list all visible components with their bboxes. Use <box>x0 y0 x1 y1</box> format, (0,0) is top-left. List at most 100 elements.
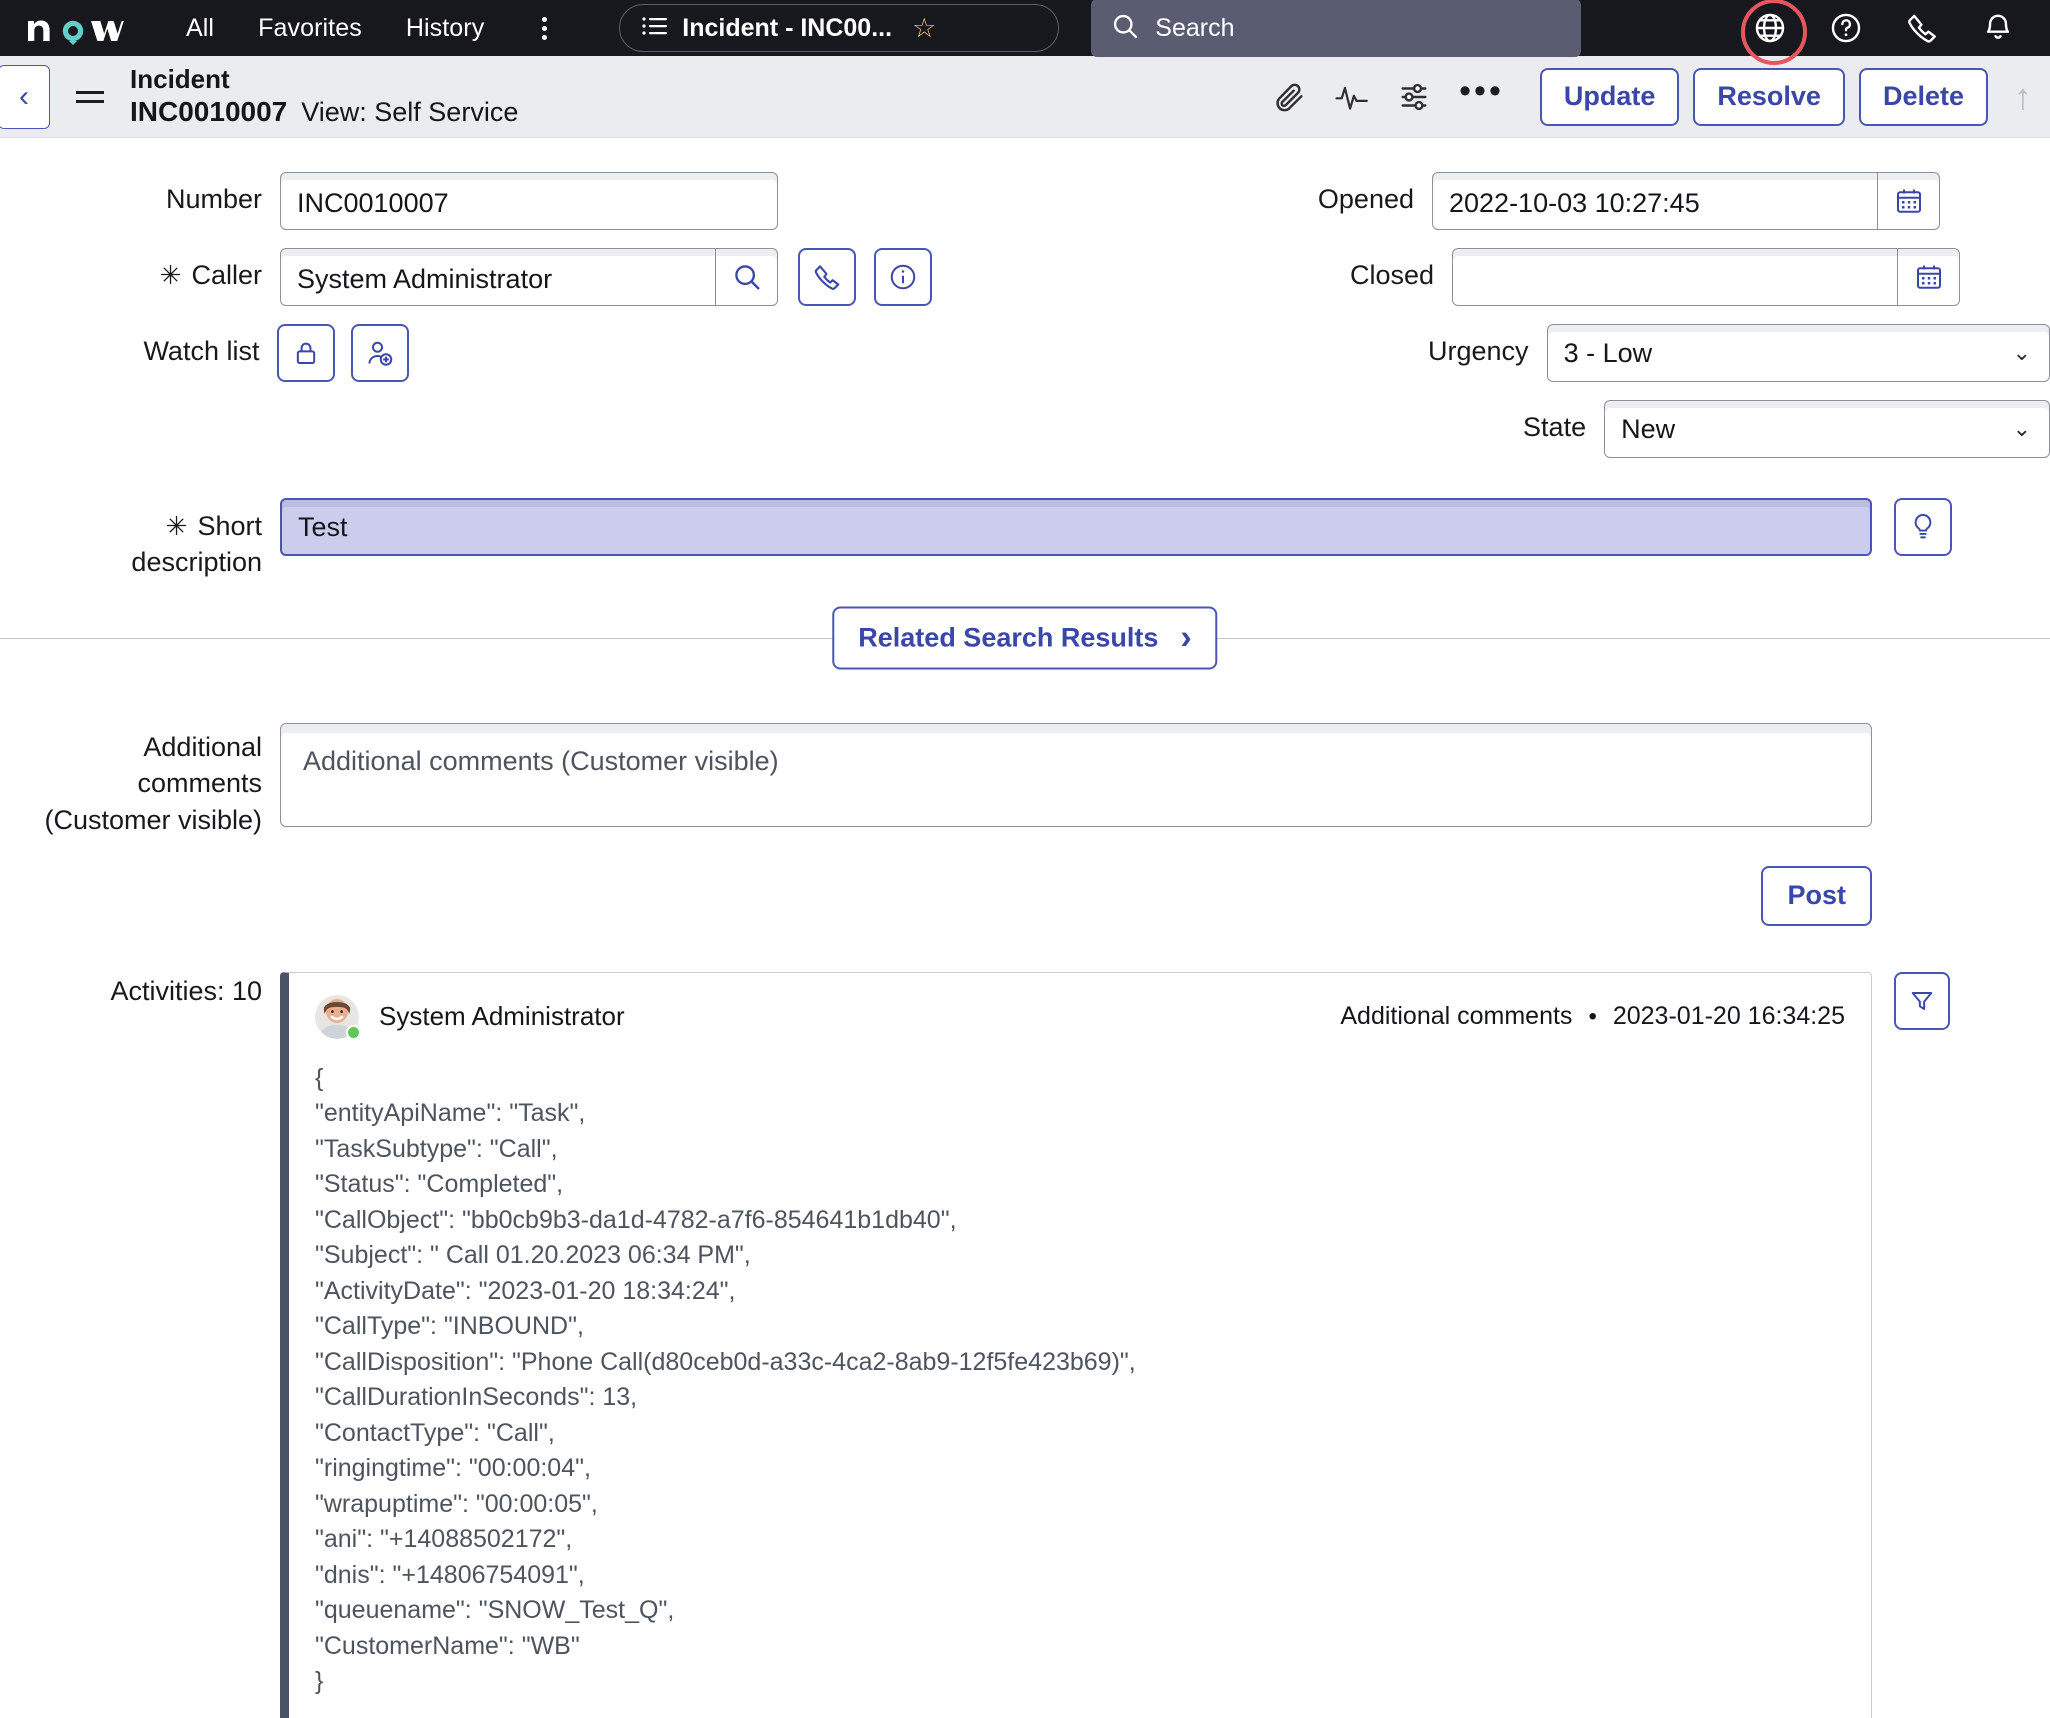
opened-input[interactable]: 2022-10-03 10:27:45 <box>1432 172 1940 230</box>
more-menus-kebab-icon[interactable] <box>528 16 561 40</box>
chevron-right-icon: › <box>1180 618 1192 657</box>
help-icon[interactable] <box>1822 4 1870 52</box>
record-title-block: Incident INC0010007 View: Self Service <box>130 64 518 129</box>
chevron-down-icon-urgency: ⌄ <box>2012 340 2031 365</box>
short-description-label-line2: description <box>131 546 262 577</box>
personalize-form-icon[interactable] <box>1383 69 1445 125</box>
additional-comments-label-line2: comments <box>137 768 262 799</box>
activity-stream-icon[interactable] <box>1321 69 1383 125</box>
attachment-icon[interactable] <box>1259 69 1321 125</box>
state-value: New <box>1621 413 1676 444</box>
additional-comments-placeholder: Additional comments (Customer visible) <box>303 745 779 776</box>
urgency-label: Urgency <box>1428 336 1529 366</box>
watch-list-add-user-button[interactable] <box>351 324 410 382</box>
closed-value <box>1469 275 1897 280</box>
nav-link-history[interactable]: History <box>406 14 484 43</box>
activity-entry-header: System Administrator Additional comments… <box>315 994 1845 1040</box>
calendar-icon-closed[interactable] <box>1897 249 1959 305</box>
search-icon <box>1111 12 1139 45</box>
caller-info-button[interactable] <box>874 248 932 306</box>
form-row-state: . State New ⌄ <box>0 400 2050 458</box>
nav-link-favorites[interactable]: Favorites <box>258 14 362 43</box>
watch-list-label: Watch list <box>143 336 260 366</box>
activity-filter-button[interactable] <box>1894 971 1950 1030</box>
opened-label: Opened <box>1317 184 1414 214</box>
page-title: Incident <box>130 64 230 95</box>
additional-comments-label-line3: (Customer visible) <box>44 805 262 835</box>
list-icon <box>642 16 668 40</box>
call-caller-button[interactable] <box>798 248 856 306</box>
activities-count-label: Activities: 10 <box>110 975 262 1006</box>
number-input[interactable]: INC0010007 <box>280 172 778 230</box>
more-options-icon[interactable]: ••• <box>1445 74 1526 112</box>
watch-list-lock-button[interactable] <box>277 324 336 382</box>
avatar <box>315 994 361 1040</box>
post-row: Post <box>0 865 2050 926</box>
globe-icon[interactable] <box>1741 0 1807 65</box>
state-select[interactable]: New ⌄ <box>1604 400 2050 458</box>
caller-value: System Administrator <box>297 264 553 294</box>
update-button[interactable]: Update <box>1539 67 1680 126</box>
number-label: Number <box>165 184 262 214</box>
top-navigation-bar: All Favorites History Incident - INC00..… <box>0 0 2050 65</box>
required-marker-caller: ✳ <box>159 260 182 290</box>
additional-comments-label: Additional comments (Customer visible) <box>0 723 262 838</box>
activity-entry: System Administrator Additional comments… <box>280 971 1872 1718</box>
urgency-select[interactable]: 3 - Low ⌄ <box>1546 324 2050 382</box>
suggestion-lightbulb-button[interactable] <box>1894 498 1952 556</box>
caller-label: ✳ Caller <box>0 248 262 291</box>
activity-type: Additional comments <box>1340 1002 1573 1031</box>
back-button[interactable]: ‹ <box>0 64 50 129</box>
opened-value: 2022-10-03 10:27:45 <box>1449 188 1700 218</box>
form-row-watchlist-urgency: Watch list Urgency 3 - Low ⌄ <box>0 324 2050 382</box>
arrow-up-icon[interactable]: ↑ <box>2014 76 2032 118</box>
top-nav-icon-group <box>1741 0 2032 65</box>
urgency-value: 3 - Low <box>1563 337 1653 368</box>
record-tab-incident[interactable]: Incident - INC00... ☆ <box>619 4 1060 52</box>
delete-button[interactable]: Delete <box>1858 67 1988 126</box>
caller-input[interactable]: System Administrator <box>280 248 778 306</box>
calendar-icon-opened[interactable] <box>1877 173 1939 229</box>
record-number: INC0010007 <box>130 95 288 127</box>
activity-separator: • <box>1588 1002 1597 1030</box>
record-view-label: View: Self Service <box>301 96 519 127</box>
form-row-additional-comments: Additional comments (Customer visible) A… <box>0 722 2050 838</box>
state-label: State <box>1523 412 1587 442</box>
short-description-value: Test <box>298 511 348 542</box>
search-placeholder: Search <box>1155 13 1235 42</box>
bell-icon[interactable] <box>1974 4 2022 52</box>
global-search-input[interactable]: Search <box>1091 0 1582 57</box>
form-menu-icon[interactable] <box>76 90 104 103</box>
short-description-input[interactable]: Test <box>280 498 1872 556</box>
incident-form: Number INC0010007 Opened 2022-10-03 10:2… <box>0 138 2050 1718</box>
additional-comments-label-line1: Additional <box>143 731 262 762</box>
record-header-bar: ‹ Incident INC0010007 View: Self Service <box>0 56 2050 138</box>
servicenow-logo[interactable] <box>26 11 138 45</box>
short-description-label-line1: Short <box>197 511 262 541</box>
nav-link-all[interactable]: All <box>186 14 214 43</box>
phone-icon[interactable] <box>1898 4 1946 52</box>
closed-input[interactable] <box>1452 248 1960 306</box>
additional-comments-textarea[interactable]: Additional comments (Customer visible) <box>280 722 1872 827</box>
post-button-wrap: Post <box>280 865 1872 926</box>
related-search-divider: Related Search Results › <box>0 606 2050 669</box>
form-row-number-opened: Number INC0010007 Opened 2022-10-03 10:2… <box>0 172 2050 230</box>
closed-label: Closed <box>1349 260 1434 290</box>
activity-body: { "entityApiName": "Task", "TaskSubtype"… <box>315 1063 1136 1696</box>
activity-timestamp: 2023-01-20 16:34:25 <box>1612 1002 1845 1031</box>
activity-meta: Additional comments • 2023-01-20 16:34:2… <box>1340 1002 1845 1031</box>
caller-lookup-search-icon[interactable] <box>715 249 777 305</box>
required-marker-short-description: ✳ <box>165 511 188 541</box>
activity-author: System Administrator <box>379 1001 625 1032</box>
resolve-button[interactable]: Resolve <box>1693 67 1845 126</box>
activities-section: Activities: 10 System Administrator Addi… <box>0 971 2050 1718</box>
form-row-short-description: ✳ Short description Test <box>0 498 2050 580</box>
number-value: INC0010007 <box>297 188 449 218</box>
post-comment-button[interactable]: Post <box>1761 865 1872 926</box>
chevron-down-icon-state: ⌄ <box>2012 416 2032 441</box>
star-icon[interactable]: ☆ <box>912 14 936 42</box>
short-description-label: ✳ Short description <box>0 498 262 580</box>
form-row-caller-closed: ✳ Caller System Administrator Closed <box>0 248 2050 306</box>
related-search-results-button[interactable]: Related Search Results › <box>832 606 1218 669</box>
activities-stream: System Administrator Additional comments… <box>280 971 1872 1718</box>
